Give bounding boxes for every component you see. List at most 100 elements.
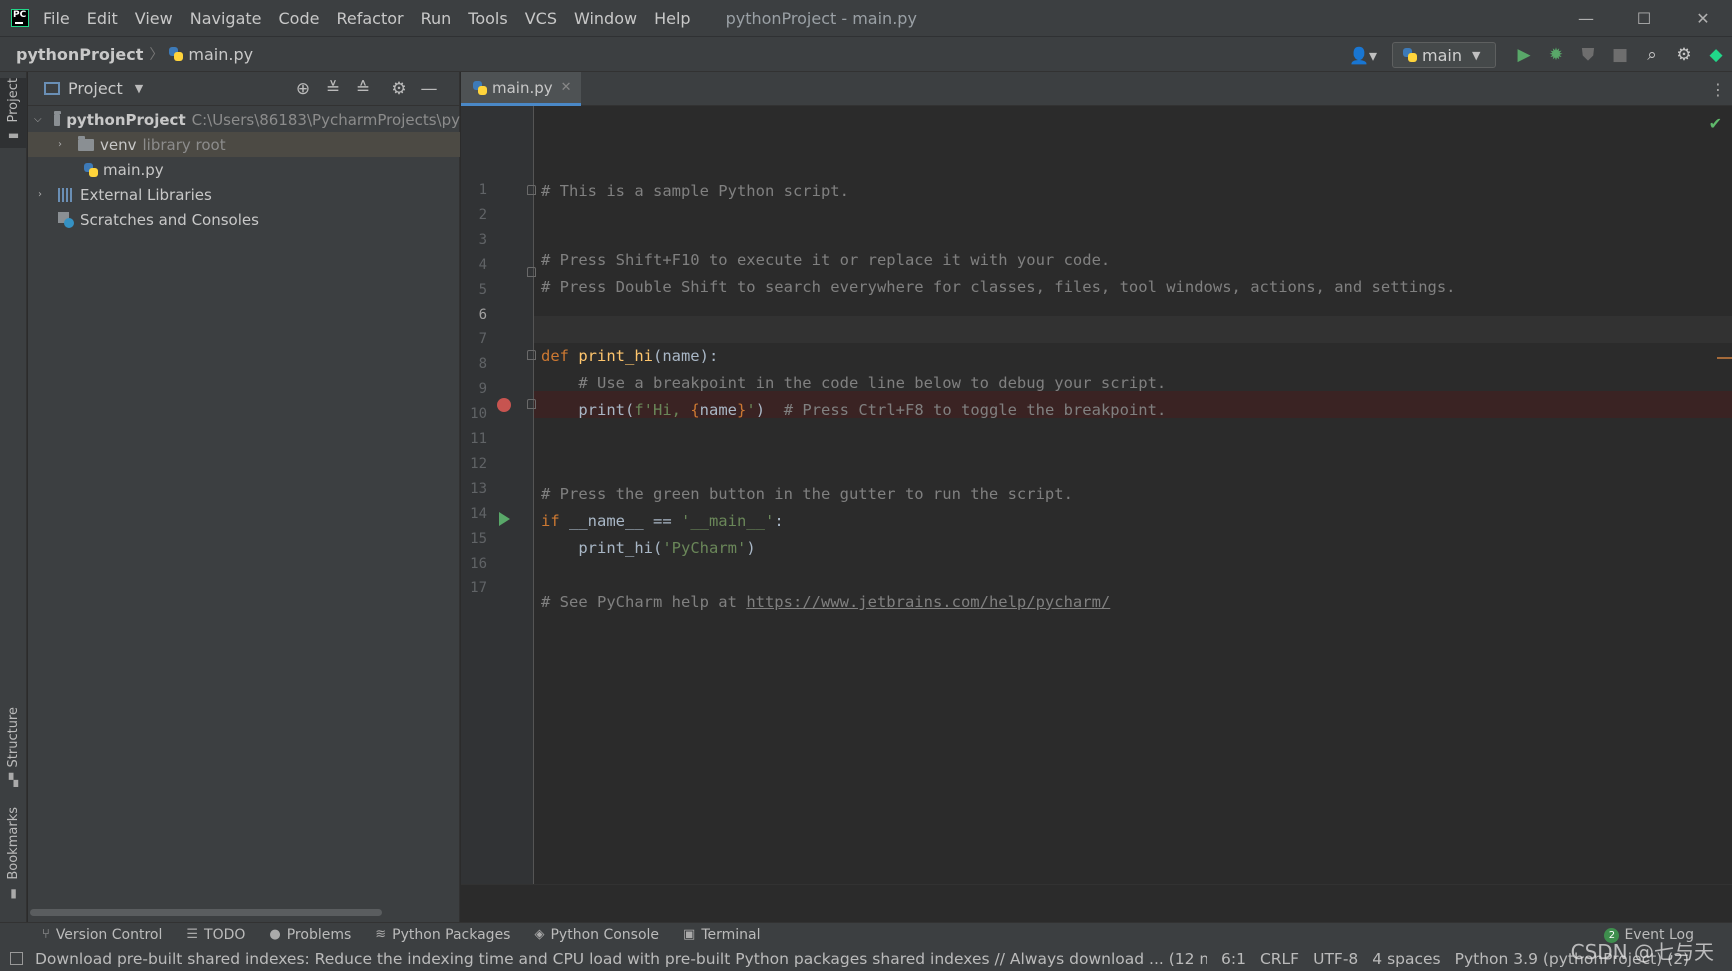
debug-bug-icon[interactable]: ✹ (1540, 45, 1572, 65)
line-number[interactable]: 8 (461, 356, 487, 372)
run-configuration-selector[interactable]: main ▼ (1392, 42, 1496, 68)
line-number[interactable]: 1 (461, 182, 487, 198)
line-number[interactable]: 14 (461, 506, 487, 522)
minimize-button[interactable]: — (1557, 0, 1615, 36)
code-line-16[interactable]: # See PyCharm help at https://www.jetbra… (541, 589, 1110, 616)
run-icon[interactable]: ▶ (1508, 45, 1540, 65)
code-line-14[interactable]: print_hi('PyCharm') (541, 535, 755, 562)
code-line-8[interactable]: # Use a breakpoint in the code line belo… (541, 370, 1166, 397)
tree-item-venv[interactable]: › venv library root (28, 132, 460, 157)
code-line-4[interactable]: # Press Double Shift to search everywher… (541, 274, 1456, 301)
expand-all-icon[interactable]: ≚ (318, 72, 348, 106)
line-number[interactable]: 4 (461, 257, 487, 273)
fold-marker-icon[interactable] (527, 350, 536, 360)
tree-item-external-libraries[interactable]: › External Libraries (28, 182, 460, 207)
fold-marker-icon[interactable] (527, 267, 536, 277)
line-number[interactable]: 17 (461, 580, 487, 596)
menu-edit[interactable]: Edit (87, 9, 118, 28)
menu-refactor[interactable]: Refactor (336, 9, 403, 28)
menu-window[interactable]: Window (574, 9, 637, 28)
tool-version-control[interactable]: ⑂ Version Control (42, 927, 162, 943)
breadcrumb-project[interactable]: pythonProject (16, 45, 143, 64)
close-tab-icon[interactable]: ✕ (561, 80, 572, 95)
code-text: : (774, 512, 784, 530)
menu-navigate[interactable]: Navigate (190, 9, 262, 28)
line-number[interactable]: 9 (461, 381, 487, 397)
tool-label: Version Control (55, 926, 163, 943)
jetbrains-toolbox-icon[interactable]: ◆ (1700, 45, 1732, 65)
indent-setting[interactable]: 4 spaces (1372, 950, 1440, 968)
tool-python-console[interactable]: ◈ Python Console (534, 927, 659, 943)
caret-position[interactable]: 6:1 (1221, 950, 1246, 968)
tree-item-scratches[interactable]: Scratches and Consoles (28, 207, 460, 232)
code-line-3[interactable]: # Press Shift+F10 to execute it or repla… (541, 247, 1110, 274)
menu-help[interactable]: Help (654, 9, 690, 28)
tool-python-packages[interactable]: ≋ Python Packages (375, 927, 510, 943)
panel-options-gear-icon[interactable]: ⚙ (384, 72, 414, 106)
line-number[interactable]: 2 (461, 207, 487, 223)
line-number[interactable]: 12 (461, 456, 487, 472)
locate-file-icon[interactable]: ⊕ (288, 72, 318, 106)
tree-item-label: Scratches and Consoles (80, 210, 259, 229)
code-line-7[interactable]: def print_hi(name): (541, 343, 718, 370)
bookmarks-tool-tab[interactable]: Bookmarks ▮ (0, 807, 27, 900)
line-number[interactable]: 13 (461, 481, 487, 497)
menu-view[interactable]: View (135, 9, 173, 28)
project-tool-tab[interactable]: Project ▬ (0, 78, 27, 149)
help-link[interactable]: https://www.jetbrains.com/help/pycharm/ (746, 593, 1110, 611)
line-number[interactable]: 16 (461, 556, 487, 572)
menu-file[interactable]: File (43, 9, 70, 28)
menu-vcs[interactable]: VCS (525, 9, 557, 28)
status-message[interactable]: Download pre-built shared indexes: Reduc… (35, 950, 1207, 968)
user-account-icon[interactable]: 👤▾ (1346, 46, 1380, 65)
structure-tool-tab[interactable]: Structure ▚ (0, 707, 27, 787)
fold-marker-icon[interactable] (527, 185, 536, 195)
settings-gear-icon[interactable]: ⚙ (1668, 45, 1700, 65)
line-number[interactable]: 10 (461, 406, 487, 422)
tool-problems[interactable]: ● Problems (269, 927, 351, 943)
chevron-right-icon[interactable]: › (54, 139, 66, 150)
search-everywhere-icon[interactable]: ⌕ (1636, 45, 1668, 65)
chevron-right-icon[interactable]: › (34, 189, 46, 200)
project-view-selector[interactable]: Project (68, 79, 123, 98)
close-button[interactable]: ✕ (1674, 0, 1732, 36)
breadcrumb-file-label: main.py (188, 44, 254, 64)
breakpoint-icon[interactable] (497, 398, 511, 412)
line-number[interactable]: 7 (461, 331, 487, 347)
maximize-button[interactable]: ☐ (1615, 0, 1673, 36)
line-number[interactable]: 3 (461, 232, 487, 248)
line-number[interactable]: 6 (461, 307, 487, 323)
chevron-down-icon[interactable]: ▼ (135, 82, 143, 95)
tool-terminal[interactable]: ▣ Terminal (683, 927, 760, 943)
inspection-ok-checkmark-icon[interactable]: ✔ (1709, 114, 1722, 133)
menu-code[interactable]: Code (279, 9, 320, 28)
code-line-1[interactable]: # This is a sample Python script. (541, 178, 849, 205)
run-gutter-icon[interactable] (499, 512, 510, 526)
line-separator[interactable]: CRLF (1260, 950, 1299, 968)
line-number[interactable]: 5 (461, 282, 487, 298)
code-line-13[interactable]: if __name__ == '__main__': (541, 508, 784, 535)
collapse-all-icon[interactable]: ≙ (348, 72, 378, 106)
fold-marker-icon[interactable] (527, 399, 536, 409)
line-number[interactable]: 15 (461, 531, 487, 547)
line-number[interactable]: 11 (461, 431, 487, 447)
code-line-9[interactable]: print(f'Hi, {name}') # Press Ctrl+F8 to … (541, 397, 1166, 424)
stop-icon[interactable]: ■ (1604, 45, 1636, 65)
breadcrumb-file[interactable]: main.py (169, 45, 253, 64)
tab-main-py[interactable]: main.py ✕ (461, 72, 581, 106)
horizontal-scrollbar[interactable] (30, 909, 382, 916)
tool-todo[interactable]: ☰ TODO (186, 927, 245, 943)
toggle-tool-windows-icon[interactable] (10, 952, 23, 965)
bookmark-icon: ▮ (10, 885, 17, 900)
code-line-12[interactable]: # Press the green button in the gutter t… (541, 481, 1073, 508)
menu-tools[interactable]: Tools (468, 9, 507, 28)
file-encoding[interactable]: UTF-8 (1313, 950, 1358, 968)
hide-panel-icon[interactable]: — (414, 72, 444, 106)
error-stripe-marker[interactable] (1717, 357, 1732, 359)
menu-run[interactable]: Run (421, 9, 452, 28)
chevron-down-icon[interactable]: ⌵ (34, 114, 42, 125)
run-with-coverage-icon[interactable]: ⛊ (1572, 45, 1604, 65)
tree-item-project-root[interactable]: ⌵ pythonProject C:\Users\86183\PycharmPr… (28, 107, 460, 132)
tree-item-main-py[interactable]: main.py (28, 157, 460, 182)
more-options-icon[interactable]: ⋮ (1710, 72, 1726, 106)
